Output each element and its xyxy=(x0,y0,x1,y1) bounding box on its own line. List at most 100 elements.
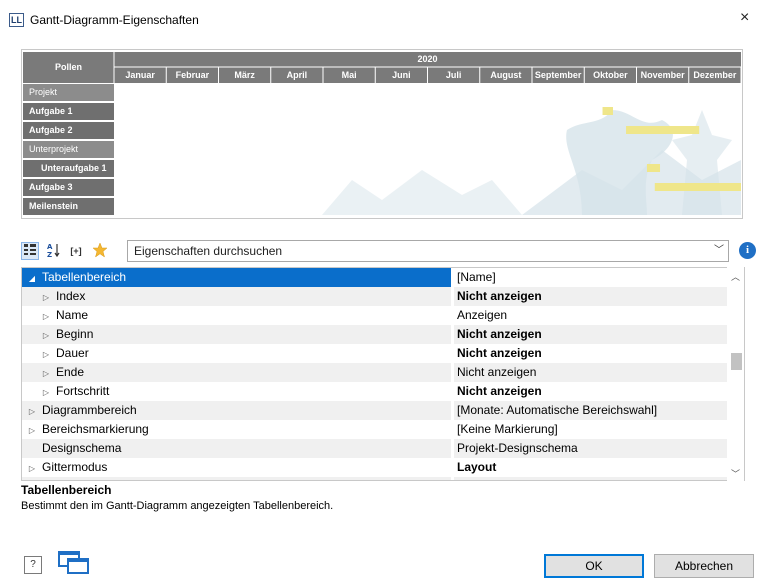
windows-icon[interactable] xyxy=(58,551,90,575)
property-value[interactable]: Projekt-Designschema xyxy=(454,439,744,458)
property-value[interactable]: Nicht anzeigen xyxy=(454,287,744,306)
property-row[interactable]: ▷ Name Anzeigen xyxy=(22,306,744,325)
gantt-year-label: 2020 xyxy=(417,54,438,64)
property-value[interactable]: Nicht anzeigen xyxy=(454,382,744,401)
expand-icon[interactable]: ▷ xyxy=(40,364,52,383)
expand-icon[interactable]: ▷ xyxy=(40,345,52,364)
expand-icon[interactable]: ▷ xyxy=(26,402,38,421)
window-title: Gantt-Diagramm-Eigenschaften xyxy=(30,13,199,27)
app-icon: LL xyxy=(9,13,24,27)
gantt-task-bar xyxy=(654,183,741,191)
property-toolbar: AZ [+] Eigenschaften durchsuchen ﹀ i xyxy=(21,240,759,262)
expand-icon[interactable]: ▷ xyxy=(40,326,52,345)
property-value[interactable]: Bild xyxy=(454,477,744,480)
property-name: Beginn xyxy=(56,327,94,341)
property-row[interactable]: Designschema Projekt-Designschema xyxy=(22,439,744,458)
property-name-cell[interactable]: ▷Hintergrund xyxy=(22,477,451,480)
scrollbar-thumb[interactable] xyxy=(731,353,742,370)
expand-collapse-icon[interactable]: [+] xyxy=(67,242,85,260)
property-name-cell[interactable]: ▷ Fortschritt xyxy=(22,382,451,401)
help-icon[interactable]: ? xyxy=(24,556,42,574)
property-search-input[interactable]: Eigenschaften durchsuchen ﹀ xyxy=(127,240,729,262)
property-value[interactable]: [Monate: Automatische Bereichswahl] xyxy=(454,401,744,420)
property-name-cell[interactable]: ▷ Diagrammbereich xyxy=(22,401,451,420)
property-name-cell[interactable]: Designschema xyxy=(22,439,451,458)
property-row[interactable]: ▷ Fortschritt Nicht anzeigen xyxy=(22,382,744,401)
expand-icon[interactable]: ▷ xyxy=(26,459,38,478)
expand-icon[interactable]: ▷ xyxy=(40,288,52,307)
gantt-corner-label: Pollen xyxy=(54,62,82,72)
gantt-month-label: Dezember xyxy=(693,70,737,80)
gantt-task-bar xyxy=(626,126,700,134)
property-name-cell[interactable]: ◢ Tabellenbereich xyxy=(22,268,451,287)
property-name-cell[interactable]: ▷ Beginn xyxy=(22,325,451,344)
property-row[interactable]: ▷ Beginn Nicht anzeigen xyxy=(22,325,744,344)
property-name-cell[interactable]: ▷ Dauer xyxy=(22,344,451,363)
expand-icon[interactable]: ▷ xyxy=(40,383,52,402)
gantt-row-label: Unteraufgabe 1 xyxy=(41,163,107,173)
property-name-cell[interactable]: ▷ Ende xyxy=(22,363,451,382)
property-row[interactable]: ▷ Diagrammbereich [Monate: Automatische Be… xyxy=(22,401,744,420)
expand-icon[interactable]: ▷ xyxy=(26,421,38,440)
gantt-row-label: Aufgabe 3 xyxy=(29,182,73,192)
gantt-row-label: Aufgabe 2 xyxy=(29,125,73,135)
property-name-cell[interactable]: ▷ Name xyxy=(22,306,451,325)
gantt-task-bar xyxy=(646,164,661,172)
property-name: Diagrammbereich xyxy=(42,403,137,417)
property-row[interactable]: ▷ Gittermodus Layout xyxy=(22,458,744,477)
property-row[interactable]: ◢ Tabellenbereich [Name] xyxy=(22,268,744,287)
property-name: Ende xyxy=(56,365,85,379)
property-grid-scrollbar[interactable]: ︿ ﹀ xyxy=(727,267,744,481)
close-icon[interactable]: × xyxy=(740,9,749,27)
gantt-month-label: April xyxy=(286,70,308,80)
expand-icon[interactable]: ▷ xyxy=(40,307,52,326)
info-icon[interactable]: i xyxy=(739,242,756,259)
gantt-month-label: Juni xyxy=(392,70,411,80)
property-name: Tabellenbereich xyxy=(42,270,127,284)
property-name: Bereichsmarkierung xyxy=(42,422,149,436)
property-value[interactable]: Layout xyxy=(454,458,744,477)
categorized-icon[interactable] xyxy=(21,242,39,260)
property-row[interactable]: ▷ Bereichsmarkierung [Keine Markierung] xyxy=(22,420,744,439)
property-row[interactable]: ▷ Ende Nicht anzeigen xyxy=(22,363,744,382)
property-row[interactable]: ▷HintergrundBild xyxy=(22,477,744,480)
property-value[interactable]: Nicht anzeigen xyxy=(454,325,744,344)
property-name: Hintergrund xyxy=(38,479,105,480)
description-text: Bestimmt den im Gantt-Diagramm angezeigt… xyxy=(21,500,334,512)
scroll-down-icon[interactable]: ﹀ xyxy=(727,467,744,480)
property-value[interactable]: Nicht anzeigen xyxy=(454,363,744,382)
background-hills-left xyxy=(322,170,522,215)
property-name-cell[interactable]: ▷ Index xyxy=(22,287,451,306)
property-value[interactable]: Nicht anzeigen xyxy=(454,344,744,363)
svg-text:A: A xyxy=(47,243,53,251)
property-name: Fortschritt xyxy=(56,384,110,398)
property-value[interactable]: [Name] xyxy=(454,268,744,287)
gantt-month-label: Oktober xyxy=(593,70,628,80)
scroll-up-icon[interactable]: ︿ xyxy=(727,270,744,283)
property-value[interactable]: Anzeigen xyxy=(454,306,744,325)
property-name: Gittermodus xyxy=(42,460,108,474)
expand-icon[interactable]: ▷ xyxy=(26,478,38,480)
gantt-month-label: September xyxy=(534,70,582,80)
gantt-row-label: Meilenstein xyxy=(29,201,79,211)
cancel-button[interactable]: Abbrechen xyxy=(654,554,754,578)
property-name-cell[interactable]: ▷ Gittermodus xyxy=(22,458,451,477)
property-name: Index xyxy=(56,289,86,303)
sort-az-icon[interactable]: AZ xyxy=(45,242,63,260)
property-value[interactable]: [Keine Markierung] xyxy=(454,420,744,439)
favorite-star-icon[interactable] xyxy=(91,242,109,260)
property-name: Name xyxy=(56,308,89,322)
gantt-preview: Pollen 2020 Januar Februar März April Mai Jun… xyxy=(21,49,743,219)
property-row[interactable]: ▷ Dauer Nicht anzeigen xyxy=(22,344,744,363)
search-placeholder: Eigenschaften durchsuchen xyxy=(134,244,283,258)
property-row[interactable]: ▷ Index Nicht anzeigen xyxy=(22,287,744,306)
property-name-cell[interactable]: ▷ Bereichsmarkierung xyxy=(22,420,451,439)
gantt-month-label: Februar xyxy=(175,70,210,80)
collapse-icon[interactable]: ◢ xyxy=(26,269,38,288)
gantt-task-bar xyxy=(602,107,613,115)
ok-button[interactable]: OK xyxy=(544,554,644,578)
property-name: Dauer xyxy=(56,346,89,360)
description-title: Tabellenbereich xyxy=(21,483,112,497)
gantt-month-label: März xyxy=(234,70,255,80)
chevron-down-icon[interactable]: ﹀ xyxy=(714,241,724,261)
